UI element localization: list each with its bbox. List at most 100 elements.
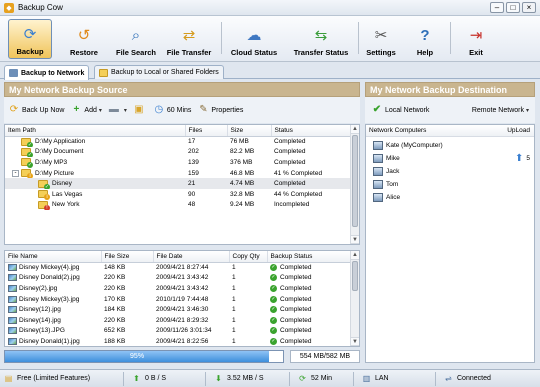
network-computers-list: Network Computers UpLoad Kate (MyCompute… xyxy=(365,124,535,363)
help-button[interactable]: ? Help xyxy=(410,19,440,59)
copy-qty: 1 xyxy=(232,306,236,314)
remove-button[interactable]: ▬ ▾ xyxy=(108,104,127,116)
add-button[interactable]: + Add ▾ xyxy=(70,104,101,116)
tree-row[interactable]: ✓ D:\My MP3 139 376 MB Completed xyxy=(5,157,359,168)
file-search-button[interactable]: ⌕ File Search xyxy=(111,19,161,59)
completed-check-icon: ✓ xyxy=(270,327,277,335)
tree-row[interactable]: i Las Vegas 90 32.8 MB 44 % Completed xyxy=(5,189,359,200)
item-path: D:\My MP3 xyxy=(35,158,68,166)
tree-row[interactable]: ! New York 48 9.24 MB Incompleted xyxy=(5,200,359,211)
file-transfer-button[interactable]: ⇄ File Transfer xyxy=(164,19,214,59)
completed-check-icon: ✓ xyxy=(270,295,277,303)
network-computer-item[interactable]: Kate (MyComputer) xyxy=(370,139,530,152)
scroll-thumb[interactable] xyxy=(352,261,358,291)
scroll-down-icon[interactable]: ▼ xyxy=(351,235,359,244)
folder-icon: ✓ xyxy=(21,158,33,168)
item-status: Completed xyxy=(274,138,306,146)
file-name: Disney Donald(2).jpg xyxy=(19,274,80,282)
upload-count: 5 xyxy=(526,155,530,162)
search-icon: ⌕ xyxy=(131,26,141,44)
backup-button[interactable]: ⟳ Backup xyxy=(8,19,52,59)
remote-network-dropdown[interactable]: Remote Network ▾ xyxy=(472,107,529,114)
tree-row[interactable]: - i D:\My Picture 159 46.8 MB 41 % Complet… xyxy=(5,168,359,179)
cloud-icon: ☁ xyxy=(246,26,262,44)
file-row[interactable]: Disney(2).jpg 220 KB 2009/4/21 3:43:42 1… xyxy=(5,283,359,294)
column-header-upload[interactable]: UpLoad xyxy=(507,127,530,134)
item-path: D:\My Document xyxy=(35,148,84,156)
collapse-icon[interactable]: - xyxy=(12,169,19,177)
tab-backup-to-network[interactable]: Backup to Network xyxy=(4,65,90,80)
maximize-button[interactable]: □ xyxy=(506,2,520,13)
status-badge-icon: i xyxy=(27,173,33,179)
exit-button[interactable]: ⇥ Exit xyxy=(462,19,490,59)
item-path: Las Vegas xyxy=(52,190,83,198)
back-up-now-button[interactable]: ⟳ Back Up Now xyxy=(8,104,65,116)
file-row[interactable]: Disney Mickey(3).jpg 170 KB 2010/1/19 7:… xyxy=(5,294,359,305)
copy-qty: 1 xyxy=(232,337,236,345)
properties-icon: ✎ xyxy=(199,104,208,115)
column-header-copy-qty[interactable]: Copy Qty xyxy=(229,251,268,263)
file-date: 2009/4/21 8:27:44 xyxy=(156,264,209,272)
interval-button[interactable]: ◷ 60 Mins xyxy=(153,104,192,116)
completed-check-icon: ✓ xyxy=(270,337,277,345)
item-files: 202 xyxy=(188,148,199,156)
transfer-icon: ⇄ xyxy=(182,26,196,44)
item-size: 82.2 MB xyxy=(230,148,255,156)
network-computer-item[interactable]: Jack xyxy=(370,165,530,178)
column-header-backup-status[interactable]: Backup Status xyxy=(267,251,359,263)
computer-name: Mike xyxy=(386,155,400,162)
scroll-thumb[interactable] xyxy=(352,135,358,227)
download-speed-status: ⬇ 3.52 MB / S xyxy=(206,371,290,386)
arrow-down-icon: ⬇ xyxy=(215,373,222,383)
network-computer-item[interactable]: Tom xyxy=(370,178,530,191)
column-header-file-name[interactable]: File Name xyxy=(5,251,102,263)
minimize-button[interactable]: – xyxy=(490,2,504,13)
settings-button[interactable]: ✂ Settings xyxy=(364,19,398,59)
column-header-size[interactable]: Size xyxy=(227,125,272,137)
image-file-icon xyxy=(8,295,17,303)
column-header-file-date[interactable]: File Date xyxy=(153,251,230,263)
column-header-file-size[interactable]: File Size xyxy=(101,251,154,263)
edition-status: ▤ Free (Limited Features) xyxy=(0,371,124,386)
computer-icon xyxy=(373,154,383,163)
scroll-down-icon[interactable]: ▼ xyxy=(351,337,359,346)
file-name: Disney(14).jpg xyxy=(19,316,61,324)
tab-backup-to-local[interactable]: Backup to Local or Shared Folders xyxy=(94,65,224,79)
copy-qty: 1 xyxy=(232,284,236,292)
local-network-button[interactable]: ✔ Local Network xyxy=(371,104,430,116)
tree-row[interactable]: ✓ D:\My Application 17 76 MB Completed xyxy=(5,136,359,147)
column-header-status[interactable]: Status xyxy=(271,125,359,137)
file-row[interactable]: Disney(14).jpg 220 KB 2009/4/21 8:29:32 … xyxy=(5,315,359,326)
file-row[interactable]: Disney Donald(2).jpg 220 KB 2009/4/21 3:… xyxy=(5,273,359,284)
scroll-up-icon[interactable]: ▲ xyxy=(351,251,359,260)
transfer-status-button[interactable]: ⇆ Transfer Status xyxy=(290,19,352,59)
folder-icon: i xyxy=(21,169,33,179)
column-header-network-computers[interactable]: Network Computers xyxy=(369,127,426,134)
item-status: Completed xyxy=(274,180,306,188)
open-folder-button[interactable]: ▣ xyxy=(133,104,147,116)
scroll-up-icon[interactable]: ▲ xyxy=(351,125,359,134)
file-size: 220 KB xyxy=(104,316,126,324)
network-computer-item[interactable]: Alice xyxy=(370,191,530,204)
tree-row[interactable]: ✓ Disney 21 4.74 MB Completed xyxy=(5,178,359,189)
file-row[interactable]: Disney Mickey(4).jpg 148 KB 2009/4/21 8:… xyxy=(5,262,359,273)
file-row[interactable]: Disney Donald(1).jpg 188 KB 2009/4/21 8:… xyxy=(5,336,359,346)
restore-button[interactable]: ↺ Restore xyxy=(62,19,106,59)
files-scrollbar[interactable]: ▲ ▼ xyxy=(350,251,359,346)
close-button[interactable]: × xyxy=(522,2,536,13)
image-file-icon xyxy=(8,284,17,292)
source-toolbar: ⟳ Back Up Now + Add ▾ ▬ ▾ ▣ ◷ 60 Mins ✎ … xyxy=(4,97,360,123)
network-computer-item[interactable]: Mike ⬆ 5 xyxy=(370,152,530,165)
computer-name: Kate (MyComputer) xyxy=(386,142,443,149)
source-scrollbar[interactable]: ▲ ▼ xyxy=(350,125,359,244)
column-header-item-path[interactable]: Item Path xyxy=(5,125,186,137)
file-row[interactable]: Disney(13).JPG 652 KB 2009/11/26 3:01:34… xyxy=(5,326,359,337)
column-header-files[interactable]: Files xyxy=(185,125,228,137)
help-icon: ? xyxy=(420,26,430,44)
file-row[interactable]: Disney(12).jpg 184 KB 2009/4/21 3:46:30 … xyxy=(5,304,359,315)
folder-search-icon: ▣ xyxy=(134,104,144,115)
cloud-status-button[interactable]: ☁ Cloud Status xyxy=(228,19,280,59)
properties-button[interactable]: ✎ Properties xyxy=(197,104,243,116)
backup-status: Completed xyxy=(280,274,312,282)
tree-row[interactable]: ✓ D:\My Document 202 82.2 MB Completed xyxy=(5,147,359,158)
